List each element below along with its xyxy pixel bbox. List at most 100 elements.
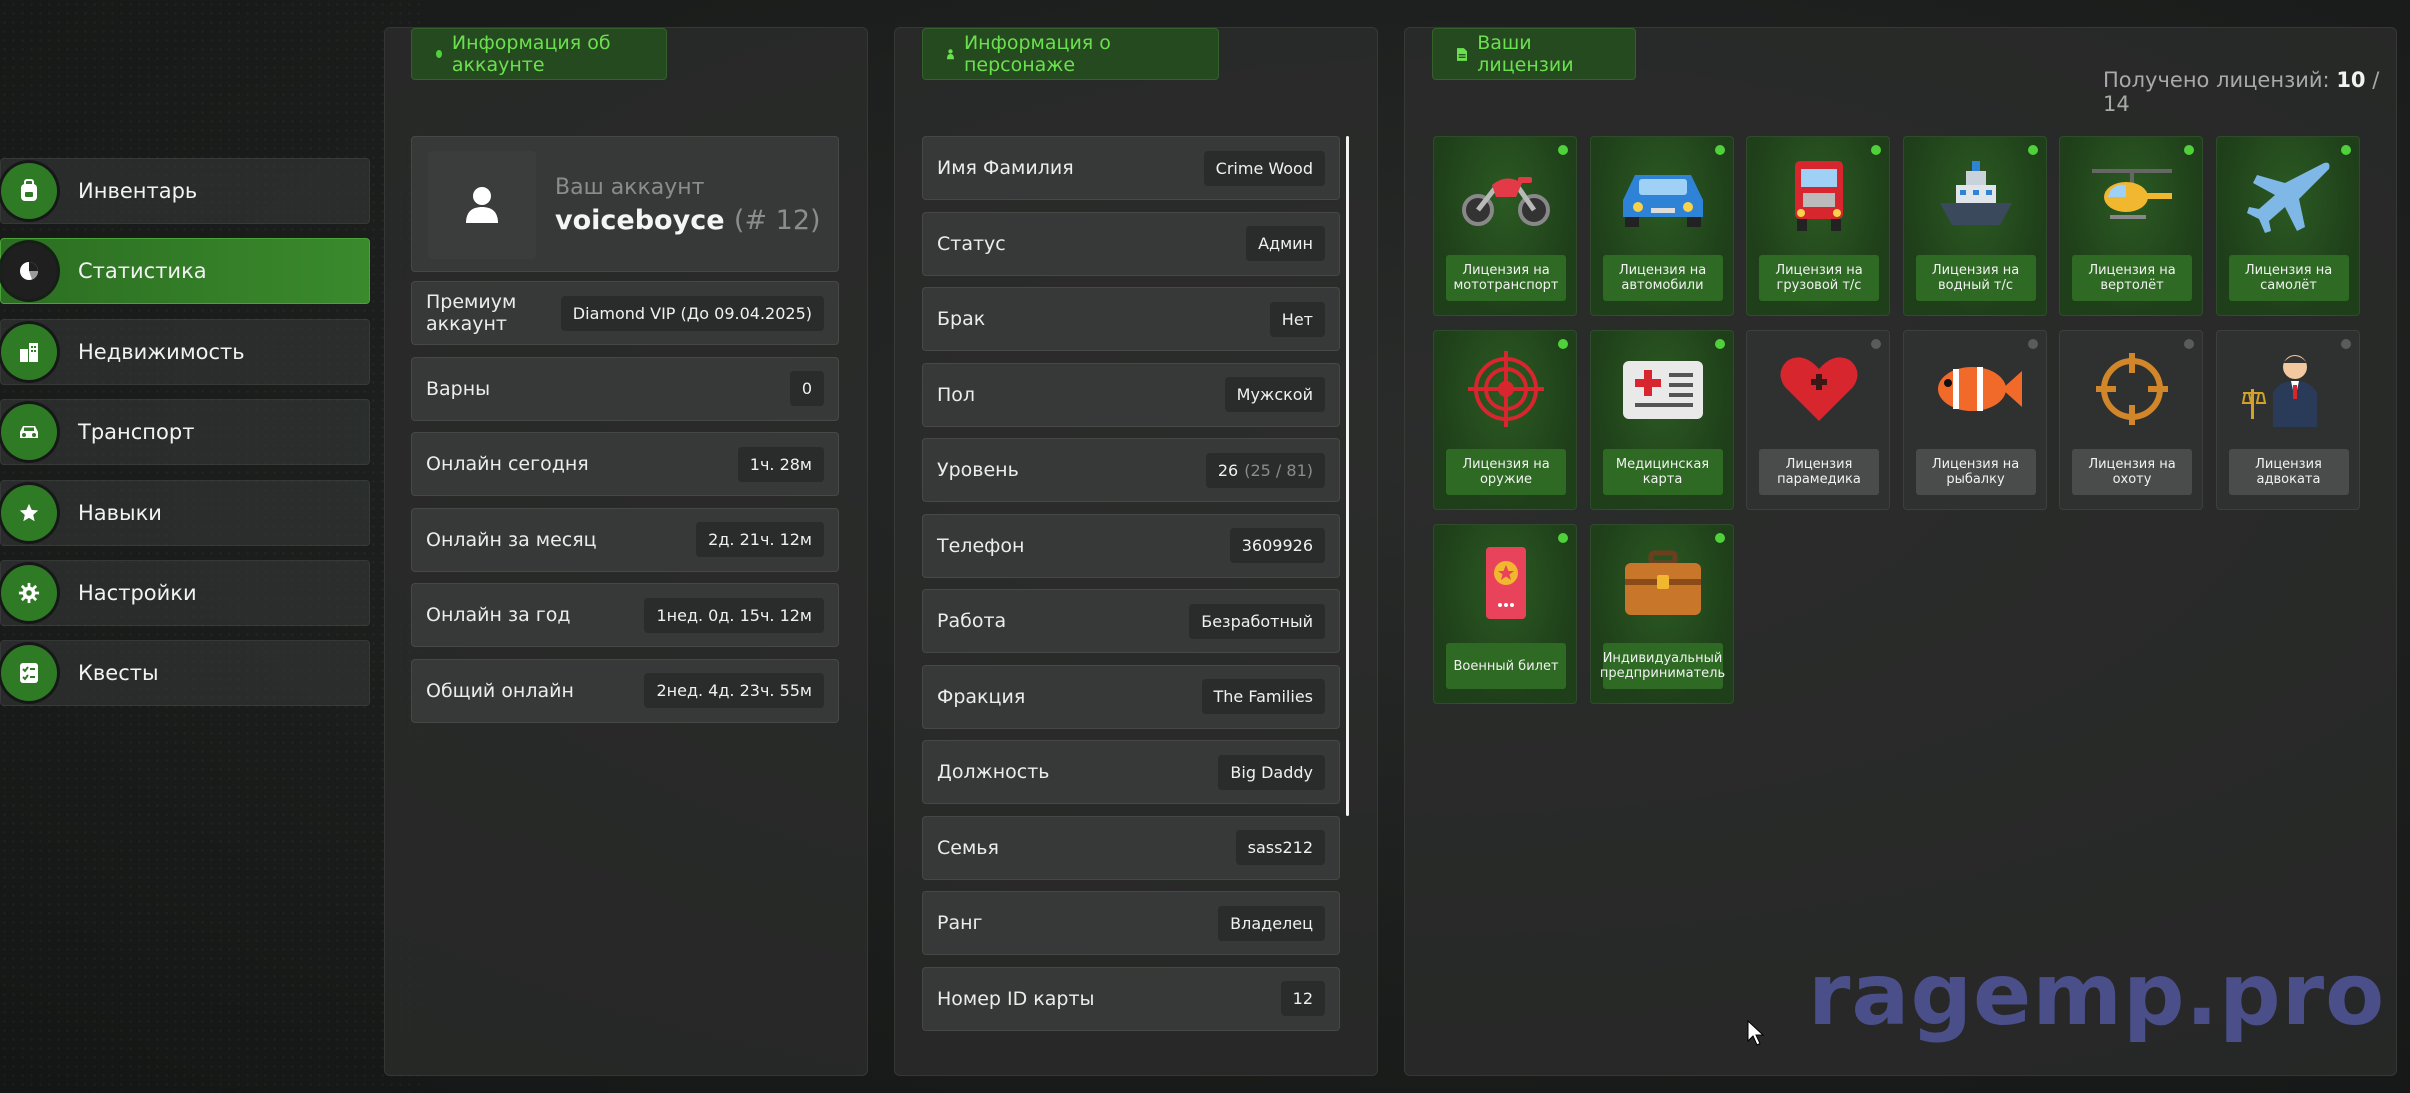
info-row-value: 2д. 21ч. 12м	[696, 522, 824, 557]
info-row-label: Общий онлайн	[426, 679, 574, 702]
info-row-value-text: Мужской	[1236, 385, 1313, 404]
license-label: Лицензия на водный т/с	[1915, 255, 2036, 301]
heart-icon	[1769, 349, 1869, 429]
account-username: voiceboyce (# 12)	[555, 205, 821, 236]
info-row-value: 2нед. 4д. 23ч. 55м	[644, 673, 824, 708]
military-id-icon	[1456, 543, 1556, 623]
info-row-label: Премиум аккаунт	[426, 291, 517, 335]
license-status-dot	[1714, 533, 1725, 543]
license-label: Лицензия на автомобили	[1602, 255, 1723, 301]
license-label: Лицензия парамедика	[1759, 449, 1879, 495]
info-row-label: Пол	[937, 383, 976, 406]
sidebar-item-skills[interactable]: Навыки	[0, 479, 370, 546]
info-row-label: Работа	[937, 610, 1007, 632]
scrollbar[interactable]	[1346, 136, 1349, 816]
person-icon	[947, 49, 954, 60]
info-row-value-text: 0	[801, 379, 812, 398]
info-row-value: sass212	[1235, 830, 1325, 865]
license-card[interactable]: Лицензия на вертолёт	[2059, 136, 2203, 316]
license-label: Лицензия адвоката	[2228, 449, 2349, 495]
license-card[interactable]: Лицензия парамедика	[1746, 330, 1890, 510]
info-row-value: Big Daddy	[1218, 754, 1325, 790]
medical-card-icon	[1613, 349, 1713, 429]
motorcycle-icon	[1456, 155, 1556, 235]
info-row: Онлайн сегодня 1ч. 28м	[411, 432, 839, 496]
license-card[interactable]: Лицензия на самолёт	[2215, 136, 2360, 316]
crosshair-icon	[2082, 349, 2182, 429]
licenses-count-have: 10	[2336, 68, 2366, 92]
username: voiceboyce	[555, 205, 725, 236]
sidebar-item-inventory[interactable]: Инвентарь	[0, 158, 370, 224]
info-row-value: 26 (25 / 81)	[1205, 452, 1325, 488]
license-status-dot	[1558, 533, 1568, 543]
info-row: Общий онлайн 2нед. 4д. 23ч. 55м	[411, 658, 839, 723]
info-row: Должность Big Daddy	[922, 740, 1340, 804]
license-card[interactable]: Лицензия на охоту	[2059, 330, 2203, 510]
info-row-value: Владелец	[1218, 905, 1325, 941]
sidebar-item-settings[interactable]: Настройки	[0, 559, 370, 626]
info-row-label: Онлайн за месяц	[426, 528, 597, 551]
license-card[interactable]: Лицензия адвоката	[2215, 330, 2360, 510]
info-row-value: Diamond VIP (До 09.04.2025)	[560, 295, 824, 331]
license-status-dot	[1558, 145, 1568, 155]
account-id: (# 12)	[733, 205, 821, 236]
info-row: Статус Админ	[922, 211, 1340, 276]
info-row-value: Мужской	[1224, 377, 1325, 412]
info-row-value-text: 1нед. 0д. 15ч. 12м	[656, 605, 812, 625]
license-label: Лицензия на вертолёт	[2072, 255, 2192, 301]
info-row: Онлайн за месяц 2д. 21ч. 12м	[411, 507, 839, 572]
sidebar-item-statistics[interactable]: Статистика	[0, 238, 370, 305]
info-row-value-extra: (25 / 81)	[1244, 460, 1313, 480]
license-status-dot	[1871, 339, 1881, 349]
target-icon	[1456, 349, 1556, 429]
info-row-label: Онлайн сегодня	[426, 453, 589, 475]
fish-icon	[1926, 349, 2026, 429]
licenses-count-total: 14	[2103, 92, 2130, 116]
license-label: Лицензия на грузовой т/с	[1759, 255, 1879, 301]
sidebar-item-realty[interactable]: Недвижимость	[0, 318, 370, 385]
license-card[interactable]: Лицензия на грузовой т/с	[1746, 136, 1890, 316]
info-row-value-text: Diamond VIP (До 09.04.2025)	[572, 303, 812, 323]
info-row-label: Имя Фамилия	[937, 157, 1074, 179]
info-row: Онлайн за год 1нед. 0д. 15ч. 12м	[411, 583, 839, 647]
sidebar-item-quests[interactable]: Квесты	[0, 640, 370, 707]
star-icon	[1, 484, 57, 541]
info-row: Варны 0	[411, 356, 839, 421]
info-row-value: 3609926	[1229, 528, 1325, 563]
info-row: Уровень 26 (25 / 81)	[922, 438, 1340, 502]
licenses-panel-header: Ваши лицензии	[1432, 28, 1636, 80]
license-status-dot	[2184, 145, 2194, 155]
info-row-value-text: The Families	[1213, 687, 1313, 706]
info-row-value: Админ	[1246, 226, 1325, 261]
sidebar-item-transport[interactable]: Транспорт	[0, 399, 370, 466]
info-row-value-text: Crime Wood	[1215, 158, 1313, 178]
license-status-dot	[2027, 339, 2038, 349]
info-row-value-text: 1ч. 28м	[749, 454, 812, 474]
document-icon	[1457, 47, 1468, 61]
license-card[interactable]: Лицензия на водный т/с	[1902, 136, 2047, 316]
info-row-value-text: 12	[1292, 989, 1313, 1008]
info-row-value: The Families	[1201, 679, 1325, 714]
license-card[interactable]: Военный билет	[1433, 524, 1577, 704]
license-status-dot	[1871, 145, 1881, 155]
info-row-value-text: Big Daddy	[1230, 762, 1313, 782]
license-status-dot	[2340, 145, 2351, 155]
info-row-value-text: 26	[1217, 460, 1239, 480]
license-card[interactable]: Лицензия на рыбалку	[1902, 330, 2047, 510]
car-icon	[1613, 155, 1713, 235]
sidebar-item-label: Статистика	[78, 259, 207, 284]
info-row-label: Уровень	[937, 459, 1019, 481]
license-label: Индивидуальный предприниматель	[1600, 643, 1725, 689]
license-label: Лицензия на рыбалку	[1915, 449, 2036, 495]
license-label: Военный билет	[1446, 643, 1566, 689]
license-card[interactable]: Лицензия на автомобили	[1589, 136, 1734, 316]
license-card[interactable]: Лицензия на оружие	[1433, 330, 1577, 510]
license-label: Лицензия на охоту	[2072, 449, 2192, 495]
license-card[interactable]: Индивидуальный предприниматель	[1589, 524, 1734, 704]
sidebar-item-label: Настройки	[78, 580, 197, 605]
license-card[interactable]: Медицинская карта	[1589, 330, 1734, 510]
license-card[interactable]: Лицензия на мототранспорт	[1433, 136, 1577, 316]
license-label: Лицензия на самолёт	[2228, 255, 2349, 301]
sidebar-item-label: Инвентарь	[78, 179, 198, 203]
info-row: Работа Безработный	[922, 589, 1340, 653]
